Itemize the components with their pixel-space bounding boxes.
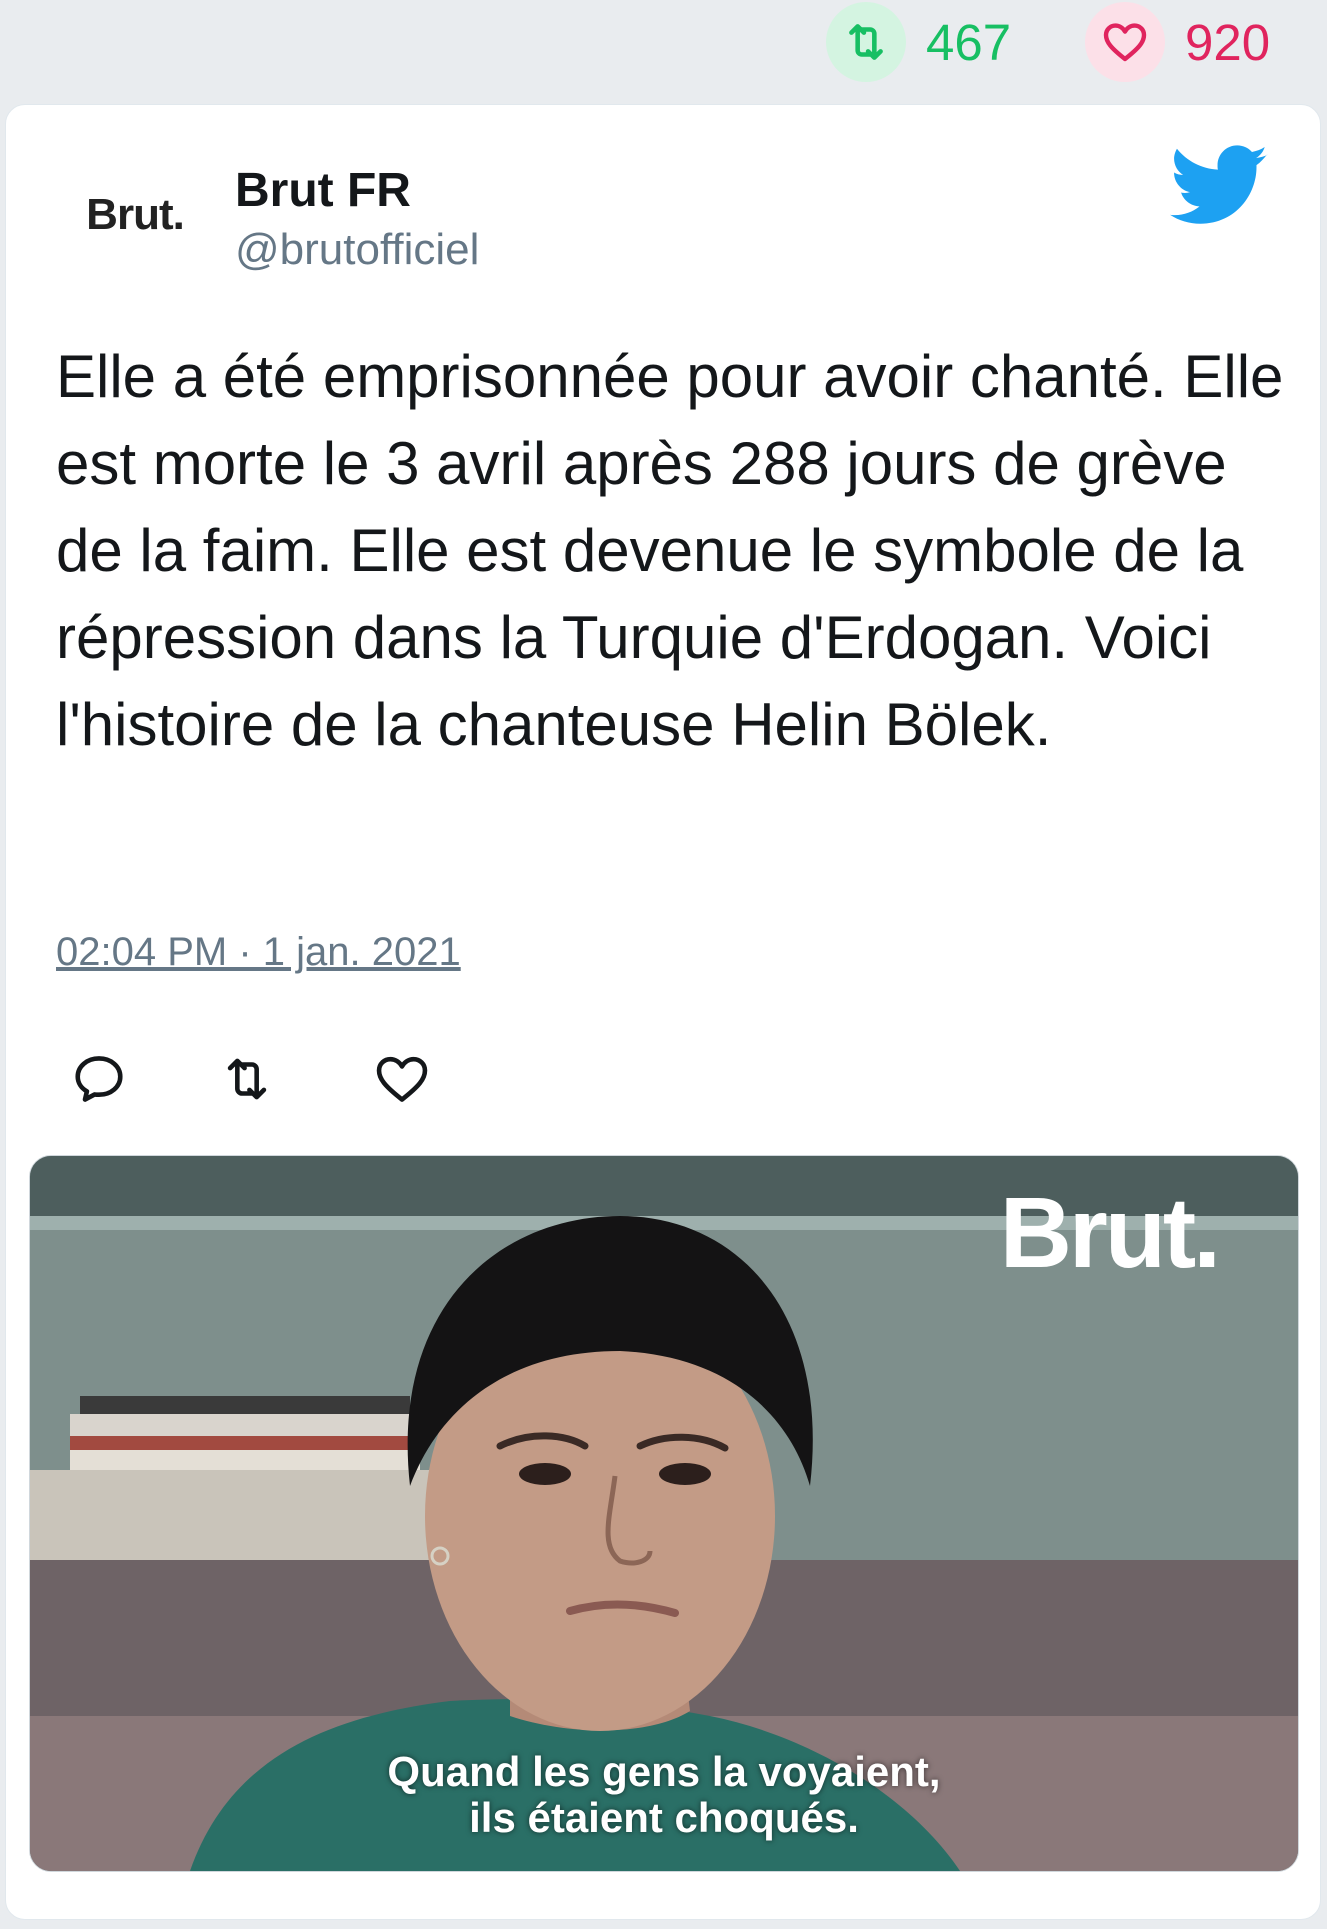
heart-icon <box>1085 2 1165 82</box>
tweet-timestamp[interactable]: 02:04 PM · 1 jan. 2021 <box>56 930 461 975</box>
twitter-bird-icon[interactable] <box>1170 145 1270 227</box>
video-watermark: Brut. <box>999 1177 1221 1289</box>
retweet-stat[interactable]: 467 <box>826 2 1011 82</box>
retweet-icon[interactable] <box>218 1050 276 1108</box>
like-icon[interactable] <box>373 1050 431 1108</box>
like-count: 920 <box>1185 13 1271 71</box>
avatar[interactable]: Brut. <box>70 160 200 270</box>
retweet-icon <box>826 2 906 82</box>
video-subtitle: Quand les gens la voyaient, ils étaient … <box>30 1749 1298 1841</box>
author-name[interactable]: Brut FR <box>235 163 411 218</box>
subtitle-line-1: Quand les gens la voyaient, <box>387 1748 941 1795</box>
engagement-stats: 467 920 <box>0 0 1327 100</box>
author-handle[interactable]: @brutofficiel <box>235 225 479 275</box>
subtitle-line-2: ils étaient choqués. <box>469 1794 859 1841</box>
tweet-media-video[interactable]: Brut. Quand les gens la voyaient, ils ét… <box>29 1155 1299 1872</box>
retweet-count: 467 <box>926 13 1012 71</box>
reply-icon[interactable] <box>70 1050 128 1108</box>
like-stat[interactable]: 920 <box>1085 2 1270 82</box>
tweet-text: Elle a été emprisonnée pour avoir chanté… <box>56 343 1284 758</box>
